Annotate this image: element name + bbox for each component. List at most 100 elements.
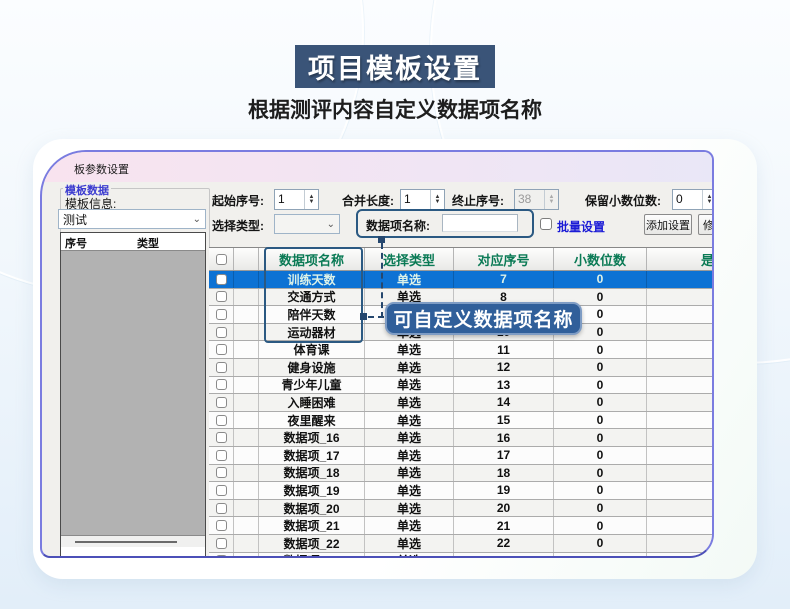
row-checkbox[interactable] bbox=[216, 327, 227, 338]
sequence-type-list[interactable]: 序号 类型 bbox=[60, 232, 206, 557]
start-seq-label: 起始序号: bbox=[212, 192, 264, 209]
select-all-checkbox[interactable] bbox=[216, 254, 227, 265]
connector-dashed-hline bbox=[368, 316, 384, 318]
table-row[interactable]: 青少年儿童单选130 bbox=[209, 377, 714, 395]
row-checkbox[interactable] bbox=[216, 555, 227, 558]
cell-select-type: 单选 bbox=[365, 412, 454, 429]
row-checkbox[interactable] bbox=[216, 538, 227, 549]
merge-len-value[interactable]: 1 bbox=[401, 190, 430, 209]
row-indicator-cell bbox=[234, 341, 259, 358]
row-checkbox[interactable] bbox=[216, 415, 227, 426]
decimals-stepper[interactable]: 0 ▲▼ bbox=[672, 189, 714, 210]
table-row[interactable]: 入睡困难单选140 bbox=[209, 394, 714, 412]
cell-decimals: 0 bbox=[554, 465, 647, 482]
row-checkbox-cell[interactable] bbox=[209, 412, 234, 429]
row-checkbox-cell[interactable] bbox=[209, 359, 234, 376]
row-checkbox-cell[interactable] bbox=[209, 394, 234, 411]
row-checkbox-cell[interactable] bbox=[209, 447, 234, 464]
spinner-arrows-icon[interactable]: ▲▼ bbox=[304, 190, 318, 209]
scrollbar-thumb[interactable] bbox=[75, 541, 177, 543]
table-row[interactable]: 数据项_21单选210 bbox=[209, 517, 714, 535]
settings-window: 板参数设置 模板数据 模板信息: 测试 ⌄ 序号 类型 起始序号: 1 ▲▼ 合… bbox=[40, 150, 714, 558]
chevron-down-icon: ⌄ bbox=[327, 219, 335, 230]
row-checkbox-cell[interactable] bbox=[209, 465, 234, 482]
row-checkbox-cell[interactable] bbox=[209, 429, 234, 446]
row-indicator-cell bbox=[234, 359, 259, 376]
row-checkbox[interactable] bbox=[216, 344, 227, 355]
row-checkbox-cell[interactable] bbox=[209, 341, 234, 358]
table-row[interactable]: 数据项_20单选200 bbox=[209, 500, 714, 518]
row-checkbox-cell[interactable] bbox=[209, 289, 234, 306]
start-seq-stepper[interactable]: 1 ▲▼ bbox=[274, 189, 319, 210]
row-checkbox[interactable] bbox=[216, 467, 227, 478]
select-type-dropdown[interactable]: ⌄ bbox=[274, 214, 340, 234]
cell-decimals: 0 bbox=[554, 535, 647, 552]
spinner-arrows-icon[interactable]: ▲▼ bbox=[430, 190, 444, 209]
cell-extra bbox=[647, 271, 714, 288]
row-checkbox[interactable] bbox=[216, 397, 227, 408]
row-checkbox-cell[interactable] bbox=[209, 377, 234, 394]
end-seq-stepper: 38 ▲▼ bbox=[514, 189, 559, 210]
row-checkbox-cell[interactable] bbox=[209, 324, 234, 341]
column-header: 小数位数 bbox=[554, 248, 647, 270]
list-body bbox=[61, 251, 205, 536]
row-checkbox[interactable] bbox=[216, 309, 227, 320]
merge-len-stepper[interactable]: 1 ▲▼ bbox=[400, 189, 445, 210]
row-checkbox[interactable] bbox=[216, 274, 227, 285]
row-indicator-cell bbox=[234, 500, 259, 517]
cell-seq: 19 bbox=[454, 482, 554, 499]
table-row[interactable]: 数据项_19单选190 bbox=[209, 482, 714, 500]
cell-item-name: 数据项_16 bbox=[259, 429, 365, 446]
row-checkbox[interactable] bbox=[216, 520, 227, 531]
table-row[interactable]: 体育课单选110 bbox=[209, 341, 714, 359]
row-checkbox[interactable] bbox=[216, 485, 227, 496]
connector-dashed-vline bbox=[381, 243, 383, 318]
cell-item-name: 体育课 bbox=[259, 341, 365, 358]
cell-decimals: 0 bbox=[554, 359, 647, 376]
row-checkbox[interactable] bbox=[216, 362, 227, 373]
row-checkbox-cell[interactable] bbox=[209, 517, 234, 534]
modify-setting-button[interactable]: 修改设置 bbox=[698, 214, 714, 235]
table-row[interactable]: 数据项_16单选160 bbox=[209, 429, 714, 447]
table-row[interactable]: 健身设施单选120 bbox=[209, 359, 714, 377]
header-checkbox-cell[interactable] bbox=[209, 248, 234, 270]
row-checkbox-cell[interactable] bbox=[209, 500, 234, 517]
cell-decimals: 0 bbox=[554, 271, 647, 288]
decimals-value[interactable]: 0 bbox=[673, 190, 702, 209]
row-checkbox[interactable] bbox=[216, 503, 227, 514]
cell-seq: 13 bbox=[454, 377, 554, 394]
list-header-seq: 序号 bbox=[61, 233, 133, 250]
row-checkbox[interactable] bbox=[216, 379, 227, 390]
table-row[interactable]: 数据项_17单选170 bbox=[209, 447, 714, 465]
table-row[interactable]: 夜里醒来单选150 bbox=[209, 412, 714, 430]
item-name-input[interactable] bbox=[442, 214, 518, 232]
row-checkbox-cell[interactable] bbox=[209, 271, 234, 288]
cell-extra bbox=[647, 500, 714, 517]
row-checkbox-cell[interactable] bbox=[209, 306, 234, 323]
row-checkbox-cell[interactable] bbox=[209, 535, 234, 552]
row-indicator-cell bbox=[234, 553, 259, 559]
merge-len-label: 合并长度: bbox=[342, 192, 394, 209]
cell-item-name: 健身设施 bbox=[259, 359, 365, 376]
cell-select-type: 单选 bbox=[365, 553, 454, 559]
row-checkbox[interactable] bbox=[216, 432, 227, 443]
list-horizontal-scrollbar[interactable] bbox=[61, 536, 205, 547]
table-row[interactable]: 数据项_22单选220 bbox=[209, 535, 714, 553]
batch-setting-checkbox[interactable] bbox=[540, 218, 552, 230]
cell-item-name: 夜里醒来 bbox=[259, 412, 365, 429]
start-seq-value[interactable]: 1 bbox=[275, 190, 304, 209]
table-row[interactable]: 数据项_18单选180 bbox=[209, 465, 714, 483]
chevron-down-icon: ⌄ bbox=[193, 214, 201, 225]
template-select[interactable]: 测试 ⌄ bbox=[58, 209, 206, 229]
add-setting-button[interactable]: 添加设置 bbox=[644, 214, 692, 235]
row-checkbox-cell[interactable] bbox=[209, 553, 234, 559]
row-checkbox[interactable] bbox=[216, 291, 227, 302]
list-header: 序号 类型 bbox=[61, 233, 205, 251]
table-row[interactable]: 数据项_23单选230 bbox=[209, 553, 714, 559]
row-checkbox-cell[interactable] bbox=[209, 482, 234, 499]
spinner-arrows-icon[interactable]: ▲▼ bbox=[702, 190, 714, 209]
row-checkbox[interactable] bbox=[216, 450, 227, 461]
cell-decimals: 0 bbox=[554, 482, 647, 499]
connector-dot bbox=[360, 313, 367, 320]
row-indicator-cell bbox=[234, 447, 259, 464]
